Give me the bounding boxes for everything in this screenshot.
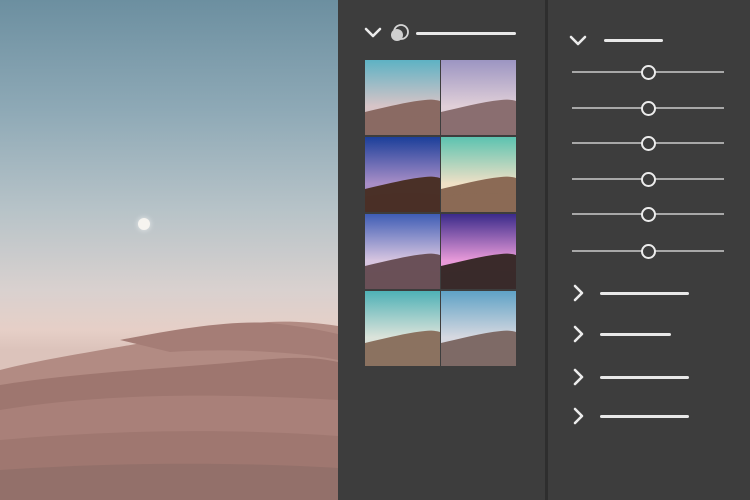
preset-thumbnail[interactable]: [441, 214, 516, 289]
preset-thumbnail[interactable]: [365, 214, 440, 289]
color-circles-icon[interactable]: [389, 23, 409, 43]
preset-thumbnail[interactable]: [441, 60, 516, 135]
section-title-placeholder: [600, 333, 671, 336]
preset-thumbnail[interactable]: [365, 291, 440, 366]
preset-thumbnail[interactable]: [441, 137, 516, 212]
chevron-down-icon[interactable]: [364, 24, 382, 40]
chevron-right-icon[interactable]: [570, 407, 586, 425]
preset-thumbnail[interactable]: [365, 137, 440, 212]
chevron-right-icon[interactable]: [570, 325, 586, 343]
slider-handle[interactable]: [640, 101, 656, 116]
preset-group-title-placeholder: [416, 32, 516, 35]
slider-handle[interactable]: [640, 136, 656, 151]
section-title-placeholder: [600, 376, 689, 379]
dunes-illustration: [0, 321, 338, 500]
section-title-placeholder: [600, 292, 689, 295]
slider-handle[interactable]: [640, 244, 656, 259]
moon-icon: [138, 218, 150, 230]
chevron-down-icon[interactable]: [569, 32, 587, 48]
slider-handle[interactable]: [640, 172, 656, 187]
section-title-placeholder: [604, 39, 663, 42]
preset-thumbnail[interactable]: [365, 60, 440, 135]
slider-handle[interactable]: [640, 207, 656, 222]
chevron-right-icon[interactable]: [570, 284, 586, 302]
slider-handle[interactable]: [640, 65, 656, 80]
photo-preview: [0, 0, 338, 500]
section-title-placeholder: [600, 415, 689, 418]
chevron-right-icon[interactable]: [570, 368, 586, 386]
preset-thumbnail[interactable]: [441, 291, 516, 366]
